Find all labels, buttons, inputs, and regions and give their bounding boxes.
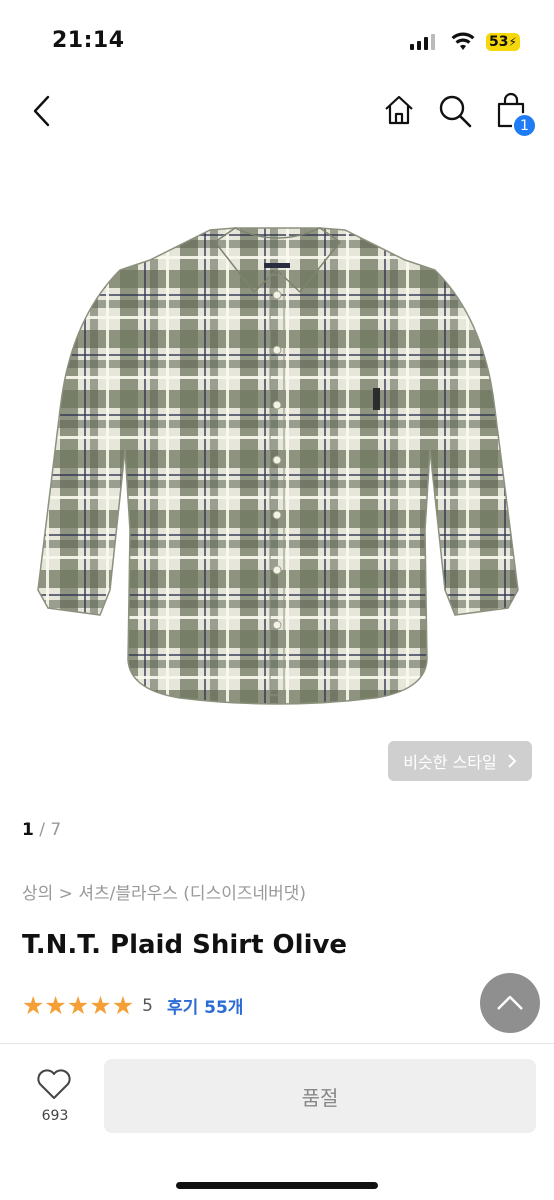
- pager-current: 1: [22, 820, 34, 840]
- search-icon[interactable]: [438, 94, 472, 128]
- image-pager: 1 / 7: [22, 820, 61, 840]
- rating-row: ★ ★ ★ ★ ★ 5 후기 55개: [22, 993, 243, 1018]
- cart-count-badge: 1: [512, 113, 537, 138]
- star-icon: ★: [66, 991, 90, 1020]
- battery-indicator: 53 ⚡: [486, 33, 520, 51]
- chevron-up-icon: [497, 995, 523, 1010]
- chevron-right-icon: [507, 754, 517, 768]
- wifi-icon: [451, 32, 475, 50]
- similar-style-button[interactable]: 비슷한 스타일: [388, 741, 532, 781]
- home-indicator: [176, 1182, 378, 1189]
- star-icon: ★: [111, 991, 135, 1020]
- soldout-button: 품절: [104, 1059, 536, 1133]
- star-icon: ★: [89, 991, 112, 1020]
- heart-icon[interactable]: [36, 1068, 72, 1100]
- product-title: T.N.T. Plaid Shirt Olive: [22, 930, 348, 960]
- rating-value: 5: [142, 995, 153, 1016]
- scroll-top-button[interactable]: [480, 973, 540, 1033]
- home-icon[interactable]: [383, 94, 415, 126]
- review-count-link[interactable]: 후기 55개: [167, 993, 244, 1018]
- divider: [0, 1043, 554, 1044]
- breadcrumb[interactable]: 상의 > 셔츠/블라우스 (디스이즈네버댓): [22, 879, 306, 904]
- pager-total: / 7: [33, 820, 62, 840]
- similar-style-label: 비슷한 스타일: [403, 753, 497, 772]
- signal-icon: [410, 34, 435, 50]
- back-icon[interactable]: [30, 95, 54, 127]
- product-image[interactable]: [0, 150, 554, 790]
- star-icon: ★: [22, 991, 45, 1020]
- shirt-image: [37, 227, 519, 705]
- star-icon: ★: [44, 991, 67, 1020]
- status-time: 21:14: [52, 28, 125, 53]
- like-count: 693: [41, 1108, 69, 1124]
- battery-level: 53: [489, 34, 509, 50]
